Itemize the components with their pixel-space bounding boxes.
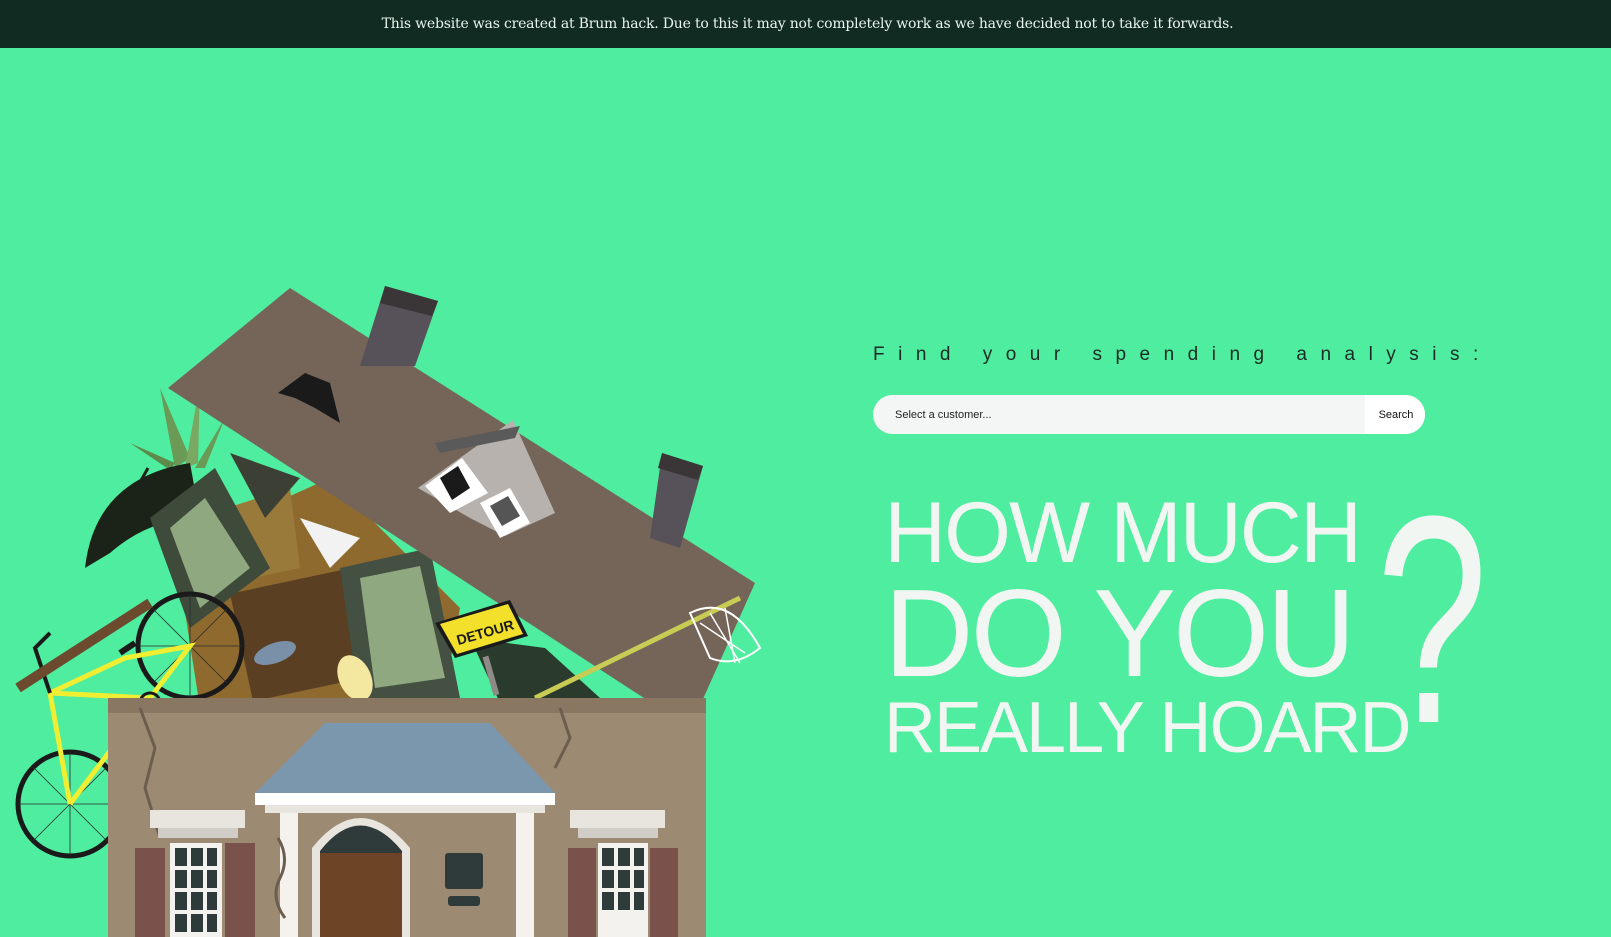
search-subtitle: Find your spending analysis: [873, 344, 1492, 365]
hackathon-notice-banner: This website was created at Brum hack. D… [0, 0, 1611, 48]
search-button[interactable]: Search [1365, 395, 1425, 434]
hoarder-house-illustration: DETOUR [15, 286, 762, 937]
headline-line-2: DO YOU [884, 565, 1356, 703]
hero-section: DETOUR Find your spending analysis: Sele… [0, 48, 1611, 937]
headline-line-3: REALLY HOARD [884, 688, 1412, 768]
house-base-graphic [108, 698, 706, 937]
headline-line-1: HOW MUCH [884, 485, 1362, 581]
banner-text: This website was created at Brum hack. D… [381, 16, 1234, 32]
customer-search-bar: Select a customer... Search [873, 395, 1425, 434]
headline-question-mark: ? [1376, 454, 1488, 785]
hero-headline: HOW MUCH DO YOU REALLY HOARD [884, 485, 1412, 768]
customer-select-input[interactable]: Select a customer... [873, 395, 1365, 434]
